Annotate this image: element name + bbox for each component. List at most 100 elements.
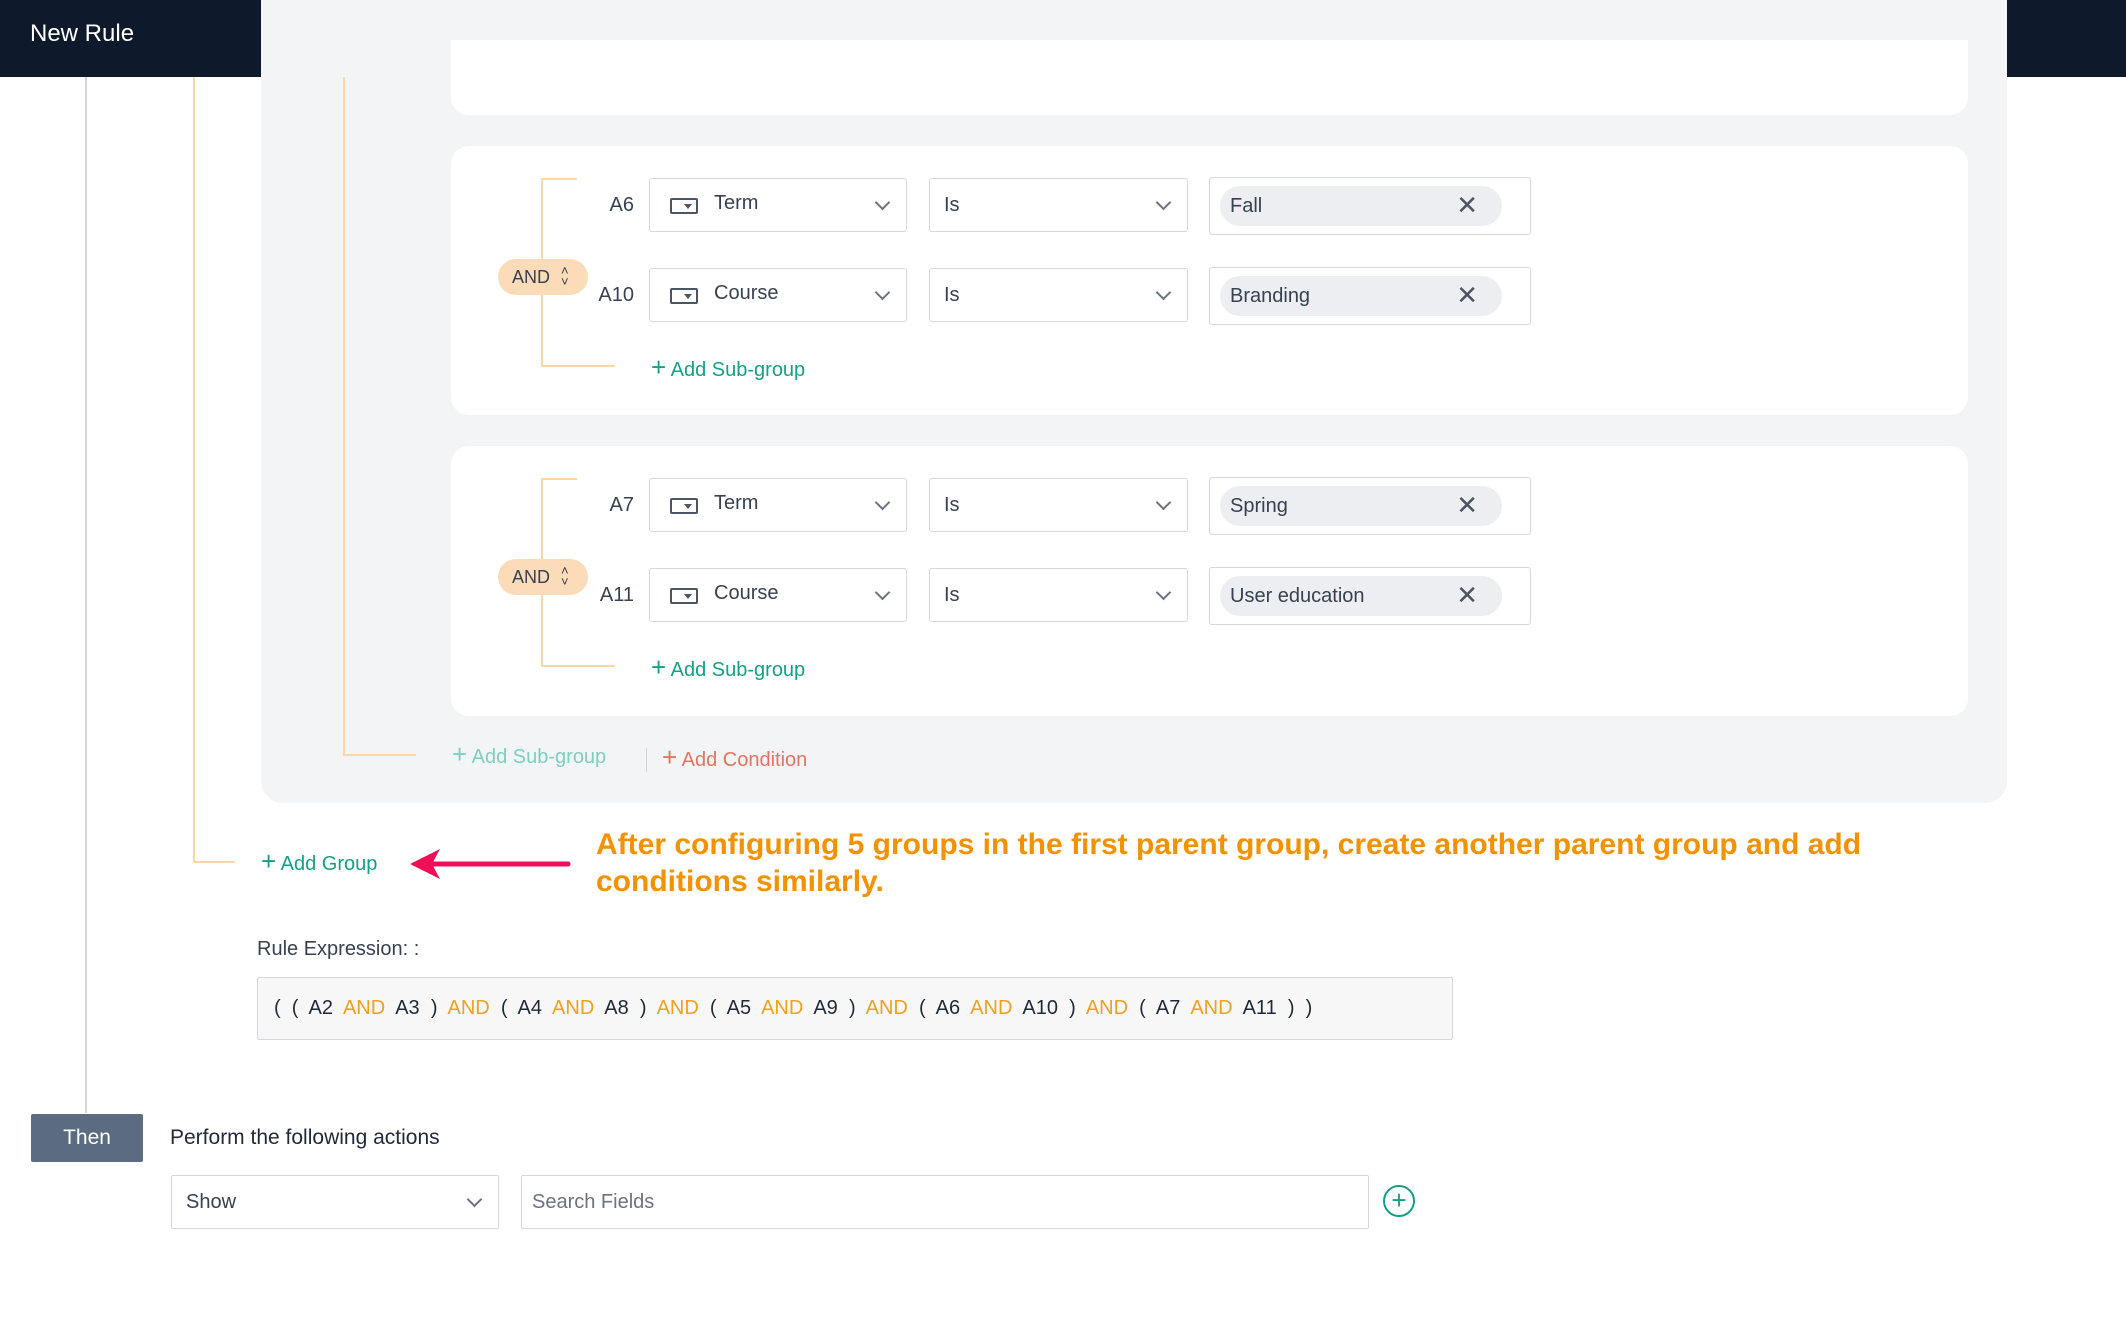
- rule-expression-label: Rule Expression: :: [257, 938, 420, 960]
- add-condition-link[interactable]: + Add Condition: [662, 742, 807, 773]
- rule-expression-box: ( ( A2 AND A3 ) AND ( A4 AND A8 ) AND ( …: [257, 977, 1453, 1040]
- expression-token: A11: [1242, 997, 1277, 1019]
- plus-icon: +: [452, 739, 468, 769]
- chevron-down-icon: [466, 1191, 483, 1208]
- then-button[interactable]: Then: [31, 1114, 143, 1162]
- expression-operator: AND: [656, 997, 699, 1019]
- operator-select[interactable]: Is: [929, 478, 1188, 532]
- expression-operator: AND: [447, 997, 490, 1019]
- expression-token: A8: [604, 997, 629, 1019]
- close-icon[interactable]: ✕: [1456, 282, 1478, 308]
- expression-token: A10: [1022, 997, 1058, 1019]
- value-input[interactable]: Spring ✕: [1209, 477, 1531, 535]
- action-select-value: Show: [186, 1191, 237, 1213]
- expression-token: (: [1139, 997, 1146, 1019]
- close-icon[interactable]: ✕: [1456, 582, 1478, 608]
- add-group-label: Add Group: [280, 853, 378, 875]
- close-icon[interactable]: ✕: [1456, 492, 1478, 518]
- expression-operator: AND: [865, 997, 908, 1019]
- add-subgroup-label: Add Sub-group: [670, 659, 806, 681]
- bracket-line: [541, 665, 615, 667]
- add-subgroup-link[interactable]: + Add Sub-group: [651, 652, 805, 683]
- operator-select[interactable]: Is: [929, 568, 1188, 622]
- operator-select[interactable]: Is: [929, 268, 1188, 322]
- annotation-text: After configuring 5 groups in the first …: [596, 826, 2106, 900]
- plus-icon: +: [662, 742, 678, 772]
- expression-token: (: [709, 997, 717, 1019]
- dropdown-field-icon: [670, 588, 698, 604]
- chevron-down-icon: [1155, 584, 1172, 601]
- plus-icon: +: [261, 846, 277, 876]
- expression-operator: AND: [761, 997, 804, 1019]
- field-select[interactable]: Course: [649, 268, 907, 322]
- value-input[interactable]: Branding ✕: [1209, 267, 1531, 325]
- rule-expression-text: ( ( A2 AND A3 ) AND ( A4 AND A8 ) AND ( …: [274, 997, 1312, 1020]
- expression-token: A6: [935, 997, 961, 1019]
- expression-operator: AND: [970, 997, 1013, 1019]
- field-select[interactable]: Term: [649, 178, 907, 232]
- condition-id: A11: [599, 584, 634, 606]
- operator-label: AND: [512, 267, 551, 287]
- expression-token: A4: [517, 997, 543, 1019]
- chevron-down-icon: [874, 284, 891, 301]
- value-chip-label: User education: [1230, 585, 1365, 607]
- and-operator-toggle[interactable]: AND ˄ ˅: [498, 559, 588, 595]
- expression-token: A5: [726, 997, 752, 1019]
- value-chip: Fall ✕: [1220, 186, 1502, 226]
- and-operator-toggle[interactable]: AND ˄ ˅: [498, 259, 588, 295]
- page-title: New Rule: [30, 20, 135, 47]
- chevron-down-icon: [1155, 284, 1172, 301]
- add-subgroup-label: Add Sub-group: [471, 746, 607, 768]
- action-select[interactable]: Show: [171, 1175, 499, 1229]
- value-chip: Branding ✕: [1220, 276, 1502, 316]
- add-condition-label: Add Condition: [681, 749, 808, 771]
- expression-token: ): [639, 997, 647, 1019]
- divider: [646, 748, 647, 772]
- search-fields-placeholder: Search Fields: [532, 1191, 655, 1213]
- expression-operator: AND: [1190, 997, 1233, 1019]
- condition-id: A7: [609, 494, 634, 516]
- add-subgroup-link[interactable]: + Add Sub-group: [651, 352, 805, 383]
- value-chip: User education ✕: [1220, 576, 1502, 616]
- field-select-value: Course: [714, 582, 779, 604]
- actions-title: Perform the following actions: [170, 1126, 440, 1149]
- chevron-down-icon: [1155, 194, 1172, 211]
- field-select-value: Term: [714, 192, 759, 214]
- plus-icon: +: [651, 352, 667, 382]
- operator-label: AND: [512, 567, 551, 587]
- expression-token: A2: [308, 997, 333, 1019]
- parent-group-line: [193, 77, 195, 863]
- add-group-link[interactable]: + Add Group: [261, 846, 377, 877]
- dropdown-field-icon: [670, 498, 698, 514]
- operator-select-value: Is: [944, 194, 960, 216]
- bracket-line: [541, 365, 615, 367]
- expression-token: (: [500, 997, 508, 1019]
- annotation-line: After configuring 5 groups in the first …: [596, 828, 1862, 861]
- subgroup-card: [451, 40, 1968, 115]
- operator-select-value: Is: [944, 284, 960, 306]
- sort-icon: ˄ ˅: [561, 563, 569, 589]
- operator-select-value: Is: [944, 494, 960, 516]
- expression-token: ): [1305, 997, 1313, 1019]
- value-chip-label: Fall: [1230, 195, 1263, 217]
- operator-select[interactable]: Is: [929, 178, 1188, 232]
- add-subgroup-link[interactable]: + Add Sub-group: [452, 739, 606, 770]
- value-input[interactable]: User education ✕: [1209, 567, 1531, 625]
- value-chip-label: Spring: [1230, 495, 1288, 517]
- parent-group-line: [193, 861, 235, 863]
- value-input[interactable]: Fall ✕: [1209, 177, 1531, 235]
- field-select[interactable]: Term: [649, 478, 907, 532]
- add-subgroup-label: Add Sub-group: [670, 359, 806, 381]
- expression-operator: AND: [552, 997, 595, 1019]
- expression-token: (: [274, 997, 281, 1019]
- sort-icon: ˄ ˅: [561, 263, 569, 289]
- expression-token: (: [291, 997, 299, 1019]
- value-chip-label: Branding: [1230, 285, 1311, 307]
- expression-token: A3: [395, 997, 420, 1019]
- close-icon[interactable]: ✕: [1456, 192, 1478, 218]
- value-chip: Spring ✕: [1220, 486, 1502, 526]
- search-fields-input[interactable]: Search Fields: [521, 1175, 1369, 1229]
- add-action-icon[interactable]: +: [1383, 1185, 1415, 1217]
- bracket-line: [541, 178, 577, 180]
- field-select[interactable]: Course: [649, 568, 907, 622]
